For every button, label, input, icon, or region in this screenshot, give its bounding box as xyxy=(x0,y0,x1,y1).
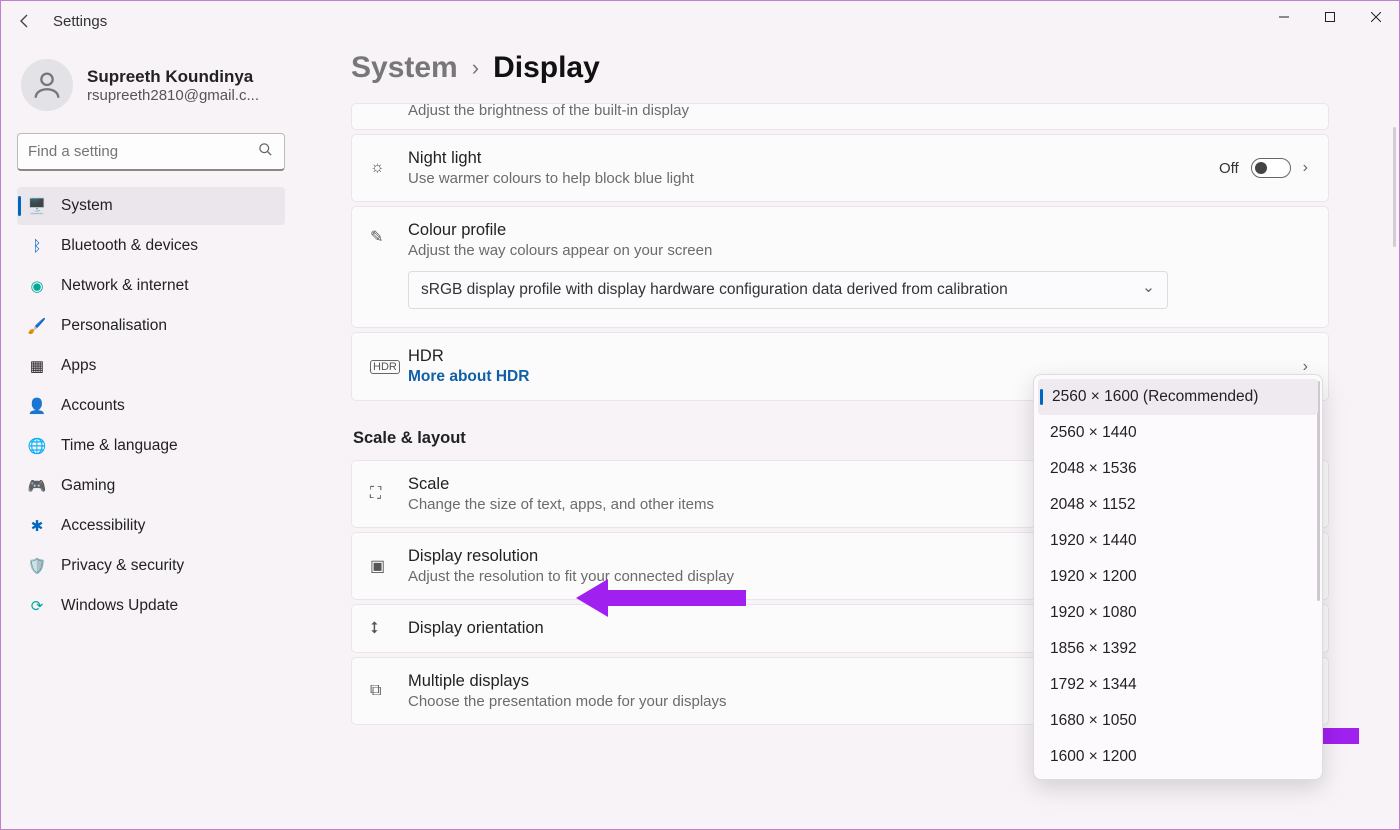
night-light-toggle[interactable] xyxy=(1251,158,1291,178)
colour-profile-select[interactable]: sRGB display profile with display hardwa… xyxy=(408,271,1168,309)
app-title: Settings xyxy=(53,13,107,30)
resolution-option[interactable]: 1920 × 1200 xyxy=(1038,559,1318,595)
wifi-icon: ◉ xyxy=(27,277,47,295)
minimize-button[interactable] xyxy=(1261,1,1307,33)
sidebar: Supreeth Koundinya rsupreeth2810@gmail.c… xyxy=(1,41,301,829)
breadcrumb-current: Display xyxy=(493,51,600,85)
titlebar: Settings xyxy=(1,1,1399,41)
sidebar-item-update[interactable]: ⟳ Windows Update xyxy=(17,587,285,625)
search-input[interactable] xyxy=(17,133,285,171)
back-button[interactable] xyxy=(13,9,37,33)
bluetooth-icon: ᛒ xyxy=(27,238,47,255)
sidebar-item-network[interactable]: ◉ Network & internet xyxy=(17,267,285,305)
update-icon: ⟳ xyxy=(27,597,47,615)
profile-email: rsupreeth2810@gmail.c... xyxy=(87,87,259,104)
resolution-option[interactable]: 2048 × 1536 xyxy=(1038,451,1318,487)
sidebar-item-label: Personalisation xyxy=(61,317,167,335)
sidebar-item-label: Accounts xyxy=(61,397,125,415)
displays-icon: ⧉ xyxy=(370,682,381,700)
sidebar-item-label: System xyxy=(61,197,113,215)
resolution-icon: ▣ xyxy=(370,556,385,576)
breadcrumb-parent[interactable]: System xyxy=(351,51,458,85)
night-light-card[interactable]: ☼ Night light Use warmer colours to help… xyxy=(351,134,1329,202)
content: System › Display Adjust the brightness o… xyxy=(301,41,1399,829)
sidebar-item-label: Accessibility xyxy=(61,517,145,535)
person-icon: 👤 xyxy=(27,397,47,415)
profile-name: Supreeth Koundinya xyxy=(87,67,259,87)
chevron-right-icon: › xyxy=(1303,159,1308,177)
breadcrumb: System › Display xyxy=(351,51,1329,85)
sidebar-item-label: Network & internet xyxy=(61,277,189,295)
card-title: Night light xyxy=(408,149,1219,168)
sidebar-item-accounts[interactable]: 👤 Accounts xyxy=(17,387,285,425)
card-subtitle: Adjust the way colours appear on your sc… xyxy=(408,242,1308,259)
sidebar-item-label: Gaming xyxy=(61,477,115,495)
brush-icon: 🖌️ xyxy=(27,317,47,335)
resolution-option[interactable]: 1680 × 1050 xyxy=(1038,703,1318,739)
card-subtitle: Adjust the brightness of the built-in di… xyxy=(408,102,1308,119)
sidebar-item-label: Time & language xyxy=(61,437,178,455)
resolution-option[interactable]: 2048 × 1152 xyxy=(1038,487,1318,523)
sidebar-item-label: Bluetooth & devices xyxy=(61,237,198,255)
resolution-option[interactable]: 1920 × 1440 xyxy=(1038,523,1318,559)
shield-icon: 🛡️ xyxy=(27,557,47,575)
sidebar-item-system[interactable]: 🖥️ System xyxy=(17,187,285,225)
resolution-option[interactable]: 1600 × 1200 xyxy=(1038,739,1318,775)
card-title: HDR xyxy=(408,347,1303,366)
sidebar-item-accessibility[interactable]: ✱ Accessibility xyxy=(17,507,285,545)
sidebar-item-label: Apps xyxy=(61,357,96,375)
scale-icon: ⛶ xyxy=(370,485,381,503)
sidebar-item-apps[interactable]: ▦ Apps xyxy=(17,347,285,385)
chevron-right-icon: › xyxy=(472,55,479,81)
orientation-icon: ⭥ xyxy=(370,620,379,638)
resolution-dropdown[interactable]: 2560 × 1600 (Recommended) 2560 × 1440 20… xyxy=(1033,374,1323,780)
accessibility-icon: ✱ xyxy=(27,517,47,535)
resolution-option[interactable]: 1856 × 1392 xyxy=(1038,631,1318,667)
card-title: Colour profile xyxy=(408,221,1308,240)
chevron-right-icon: › xyxy=(1303,358,1308,376)
avatar xyxy=(21,59,73,111)
globe-icon: 🌐 xyxy=(27,437,47,455)
sidebar-item-bluetooth[interactable]: ᛒ Bluetooth & devices xyxy=(17,227,285,265)
scrollbar[interactable] xyxy=(1393,127,1396,247)
sidebar-item-label: Windows Update xyxy=(61,597,178,615)
nightlight-icon: ☼ xyxy=(370,159,385,177)
sidebar-item-privacy[interactable]: 🛡️ Privacy & security xyxy=(17,547,285,585)
maximize-button[interactable] xyxy=(1307,1,1353,33)
sidebar-item-gaming[interactable]: 🎮 Gaming xyxy=(17,467,285,505)
sidebar-item-personalisation[interactable]: 🖌️ Personalisation xyxy=(17,307,285,345)
system-icon: 🖥️ xyxy=(27,197,47,215)
apps-icon: ▦ xyxy=(27,357,47,375)
resolution-option[interactable]: 1792 × 1344 xyxy=(1038,667,1318,703)
gamepad-icon: 🎮 xyxy=(27,477,47,495)
search-icon xyxy=(258,142,273,162)
colour-profile-card[interactable]: ✎ Colour profile Adjust the way colours … xyxy=(351,206,1329,328)
pen-icon: ✎ xyxy=(370,227,383,247)
resolution-option[interactable]: 2560 × 1440 xyxy=(1038,415,1318,451)
sidebar-item-label: Privacy & security xyxy=(61,557,184,575)
toggle-state: Off xyxy=(1219,160,1239,177)
resolution-option[interactable]: 2560 × 1600 (Recommended) xyxy=(1038,379,1318,415)
close-button[interactable] xyxy=(1353,1,1399,33)
profile-block[interactable]: Supreeth Koundinya rsupreeth2810@gmail.c… xyxy=(17,51,285,129)
card-subtitle: Use warmer colours to help block blue li… xyxy=(408,170,1219,187)
resolution-option[interactable]: 1920 × 1080 xyxy=(1038,595,1318,631)
hdr-icon: HDR xyxy=(370,360,400,374)
brightness-card[interactable]: Adjust the brightness of the built-in di… xyxy=(351,103,1329,130)
sidebar-item-time[interactable]: 🌐 Time & language xyxy=(17,427,285,465)
